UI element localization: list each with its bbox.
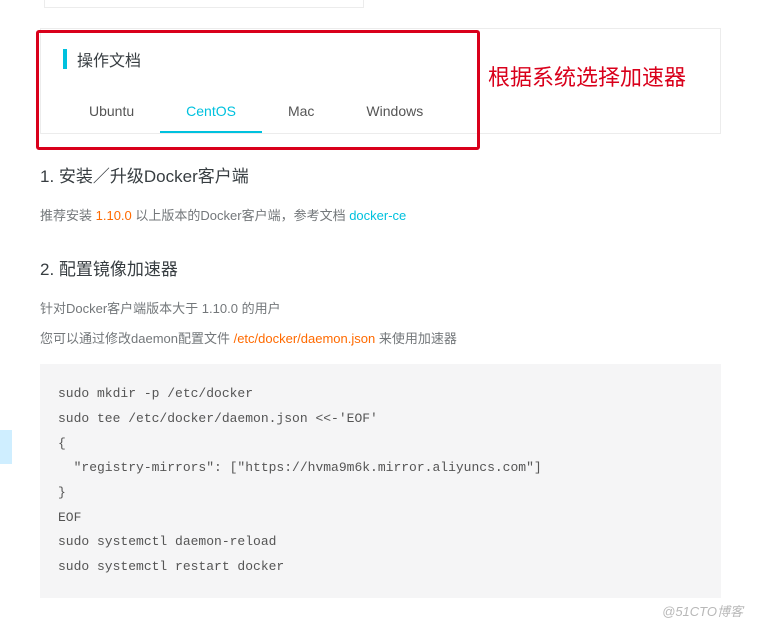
section1-paragraph: 推荐安装 1.10.0 以上版本的Docker客户端，参考文档 docker-c…: [40, 205, 721, 227]
tab-ubuntu[interactable]: Ubuntu: [63, 93, 160, 133]
version-text: 1.10.0: [96, 208, 132, 223]
text: 您可以通过修改daemon配置文件: [40, 331, 234, 346]
version-text: 1.10.0: [202, 301, 238, 316]
top-card-fragment: [44, 0, 364, 8]
docker-ce-link[interactable]: docker-ce: [349, 208, 406, 223]
section2-paragraph-1: 针对Docker客户端版本大于 1.10.0 的用户: [40, 298, 721, 320]
text: 来使用加速器: [375, 331, 457, 346]
code-block[interactable]: sudo mkdir -p /etc/docker sudo tee /etc/…: [40, 364, 721, 598]
title-accent-bar: [63, 49, 67, 69]
doc-card-title: 操作文档: [77, 47, 141, 71]
watermark: @51CTO博客: [662, 601, 743, 620]
tab-windows[interactable]: Windows: [340, 93, 449, 133]
tab-mac[interactable]: Mac: [262, 93, 340, 133]
text: 针对Docker客户端版本大于: [40, 301, 202, 316]
tab-centos[interactable]: CentOS: [160, 93, 262, 133]
code-content: sudo mkdir -p /etc/docker sudo tee /etc/…: [58, 386, 542, 574]
section1-heading: 1. 安装／升级Docker客户端: [40, 162, 721, 187]
section2-paragraph-2: 您可以通过修改daemon配置文件 /etc/docker/daemon.jso…: [40, 328, 721, 350]
annotation-text: 根据系统选择加速器: [488, 60, 686, 92]
section2-heading: 2. 配置镜像加速器: [40, 255, 721, 280]
text: 以上版本的Docker客户端，参考文档: [132, 208, 349, 223]
os-tabs: Ubuntu CentOS Mac Windows: [63, 93, 698, 133]
text: 的用户: [238, 301, 281, 316]
text: 推荐安装: [40, 208, 96, 223]
daemon-json-path: /etc/docker/daemon.json: [234, 331, 376, 346]
